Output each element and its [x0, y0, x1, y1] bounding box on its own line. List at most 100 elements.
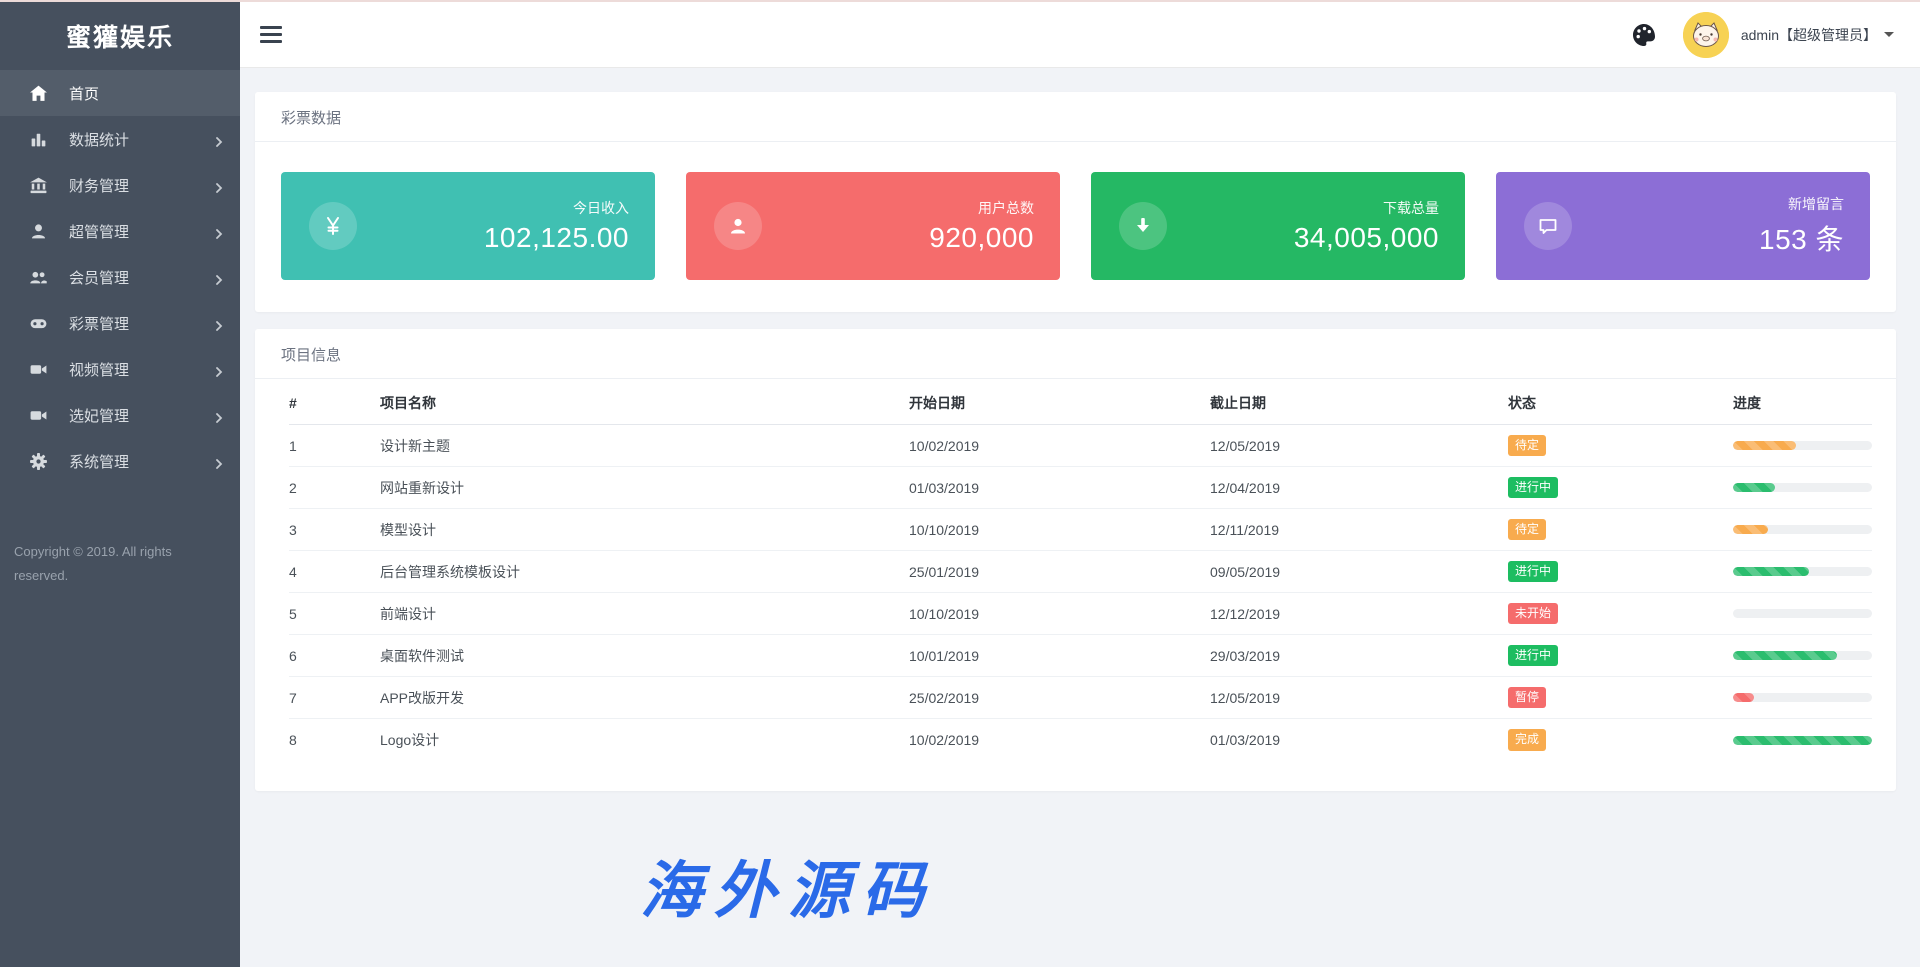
- project-name: 设计新主题: [380, 436, 909, 456]
- sidebar-item-label: 超管管理: [69, 221, 129, 242]
- projects-panel: 项目信息 # 项目名称 开始日期 截止日期 状态 进度 1 设计新主题 10/0…: [255, 329, 1896, 791]
- gamepad-icon: [29, 314, 48, 333]
- end-date: 01/03/2019: [1210, 732, 1508, 748]
- table-row: 1 设计新主题 10/02/2019 12/05/2019 待定: [289, 425, 1872, 467]
- sidebar-item-label: 系统管理: [69, 451, 129, 472]
- progress-track: [1733, 441, 1872, 450]
- stat-card-downloads[interactable]: 下载总量 34,005,000: [1091, 172, 1465, 280]
- end-date: 29/03/2019: [1210, 648, 1508, 664]
- sidebar-toggle-button[interactable]: [260, 22, 282, 47]
- project-name: Logo设计: [380, 730, 909, 750]
- sidebar-item-super-admin[interactable]: 超管管理: [0, 208, 240, 254]
- chevron-down-icon: [1884, 32, 1894, 37]
- start-date: 10/02/2019: [909, 732, 1210, 748]
- table-row: 8 Logo设计 10/02/2019 01/03/2019 完成: [289, 719, 1872, 761]
- row-index: 7: [289, 690, 380, 706]
- status-badge: 未开始: [1508, 603, 1558, 625]
- chevron-right-icon: [214, 272, 224, 289]
- watermark-text: 海外源码: [640, 840, 936, 930]
- progress-track: [1733, 736, 1872, 745]
- status-badge: 完成: [1508, 729, 1546, 751]
- chevron-right-icon: [214, 226, 224, 243]
- home-icon: [29, 84, 48, 103]
- sidebar-item-label: 视频管理: [69, 359, 129, 380]
- project-name: 桌面软件测试: [380, 646, 909, 666]
- end-date: 12/05/2019: [1210, 438, 1508, 454]
- project-name: APP改版开发: [380, 688, 909, 708]
- sidebar-item-lottery[interactable]: 彩票管理: [0, 300, 240, 346]
- start-date: 25/02/2019: [909, 690, 1210, 706]
- yen-icon: [309, 202, 357, 250]
- status-badge: 进行中: [1508, 477, 1558, 499]
- table-row: 3 模型设计 10/10/2019 12/11/2019 待定: [289, 509, 1872, 551]
- project-name: 前端设计: [380, 604, 909, 624]
- col-header: 开始日期: [909, 393, 1210, 413]
- top-loading-strip: [0, 0, 1920, 2]
- stat-label: 用户总数: [929, 198, 1034, 218]
- video-icon: [29, 360, 48, 379]
- topbar: admin【超级管理员】: [240, 2, 1920, 68]
- stat-value: 920,000: [929, 222, 1034, 254]
- end-date: 12/04/2019: [1210, 480, 1508, 496]
- stat-card-income[interactable]: 今日收入 102,125.00: [281, 172, 655, 280]
- sidebar-item-girl-select[interactable]: 选妃管理: [0, 392, 240, 438]
- status-badge: 待定: [1508, 435, 1546, 457]
- video-icon: [29, 406, 48, 425]
- members-icon: [29, 268, 48, 287]
- col-header: 截止日期: [1210, 393, 1508, 413]
- user-menu[interactable]: admin【超级管理员】: [1741, 25, 1894, 45]
- start-date: 10/01/2019: [909, 648, 1210, 664]
- brand-logo: 蜜獾娱乐: [0, 2, 240, 70]
- col-header: #: [289, 395, 380, 411]
- sidebar-item-home[interactable]: 首页: [0, 70, 240, 116]
- theme-palette-icon[interactable]: [1631, 22, 1657, 48]
- sidebar-item-finance[interactable]: 财务管理: [0, 162, 240, 208]
- sidebar-item-video[interactable]: 视频管理: [0, 346, 240, 392]
- lottery-stats-panel: 彩票数据 今日收入 102,125.00 用户总数 920,000: [255, 92, 1896, 312]
- col-header: 进度: [1733, 393, 1872, 413]
- download-icon: [1119, 202, 1167, 250]
- chevron-right-icon: [214, 134, 224, 151]
- bar-chart-icon: [29, 130, 48, 149]
- bank-icon: [29, 176, 48, 195]
- project-name: 后台管理系统模板设计: [380, 562, 909, 582]
- username-label: admin【超级管理员】: [1741, 25, 1877, 45]
- chevron-right-icon: [214, 364, 224, 381]
- copyright-text: Copyright © 2019. All rights reserved.: [0, 540, 240, 588]
- progress-bar-fill: [1733, 693, 1754, 702]
- stat-label: 下载总量: [1294, 198, 1439, 218]
- progress-bar-fill: [1733, 483, 1775, 492]
- end-date: 12/11/2019: [1210, 522, 1508, 538]
- table-row: 5 前端设计 10/10/2019 12/12/2019 未开始: [289, 593, 1872, 635]
- progress-track: [1733, 651, 1872, 660]
- project-name: 模型设计: [380, 520, 909, 540]
- status-badge: 待定: [1508, 519, 1546, 541]
- avatar[interactable]: [1683, 12, 1729, 58]
- progress-bar-fill: [1733, 736, 1872, 745]
- sidebar-item-data-stats[interactable]: 数据统计: [0, 116, 240, 162]
- main-content: 彩票数据 今日收入 102,125.00 用户总数 920,000: [240, 68, 1920, 967]
- end-date: 09/05/2019: [1210, 564, 1508, 580]
- stat-value: 34,005,000: [1294, 222, 1439, 254]
- row-index: 5: [289, 606, 380, 622]
- chevron-right-icon: [214, 410, 224, 427]
- status-badge: 进行中: [1508, 561, 1558, 583]
- table-header-row: # 项目名称 开始日期 截止日期 状态 进度: [289, 381, 1872, 425]
- table-row: 4 后台管理系统模板设计 25/01/2019 09/05/2019 进行中: [289, 551, 1872, 593]
- project-name: 网站重新设计: [380, 478, 909, 498]
- start-date: 10/10/2019: [909, 522, 1210, 538]
- comment-icon: [1524, 202, 1572, 250]
- table-row: 6 桌面软件测试 10/01/2019 29/03/2019 进行中: [289, 635, 1872, 677]
- sidebar-item-system[interactable]: 系统管理: [0, 438, 240, 484]
- status-badge: 进行中: [1508, 645, 1558, 667]
- sidebar-item-members[interactable]: 会员管理: [0, 254, 240, 300]
- row-index: 4: [289, 564, 380, 580]
- admin-user-icon: [29, 222, 48, 241]
- stat-card-users[interactable]: 用户总数 920,000: [686, 172, 1060, 280]
- projects-table: # 项目名称 开始日期 截止日期 状态 进度 1 设计新主题 10/02/201…: [255, 379, 1896, 791]
- start-date: 10/10/2019: [909, 606, 1210, 622]
- stat-card-messages[interactable]: 新增留言 153 条: [1496, 172, 1870, 280]
- stat-label: 今日收入: [484, 198, 629, 218]
- col-header: 项目名称: [380, 393, 909, 413]
- progress-bar-fill: [1733, 567, 1809, 576]
